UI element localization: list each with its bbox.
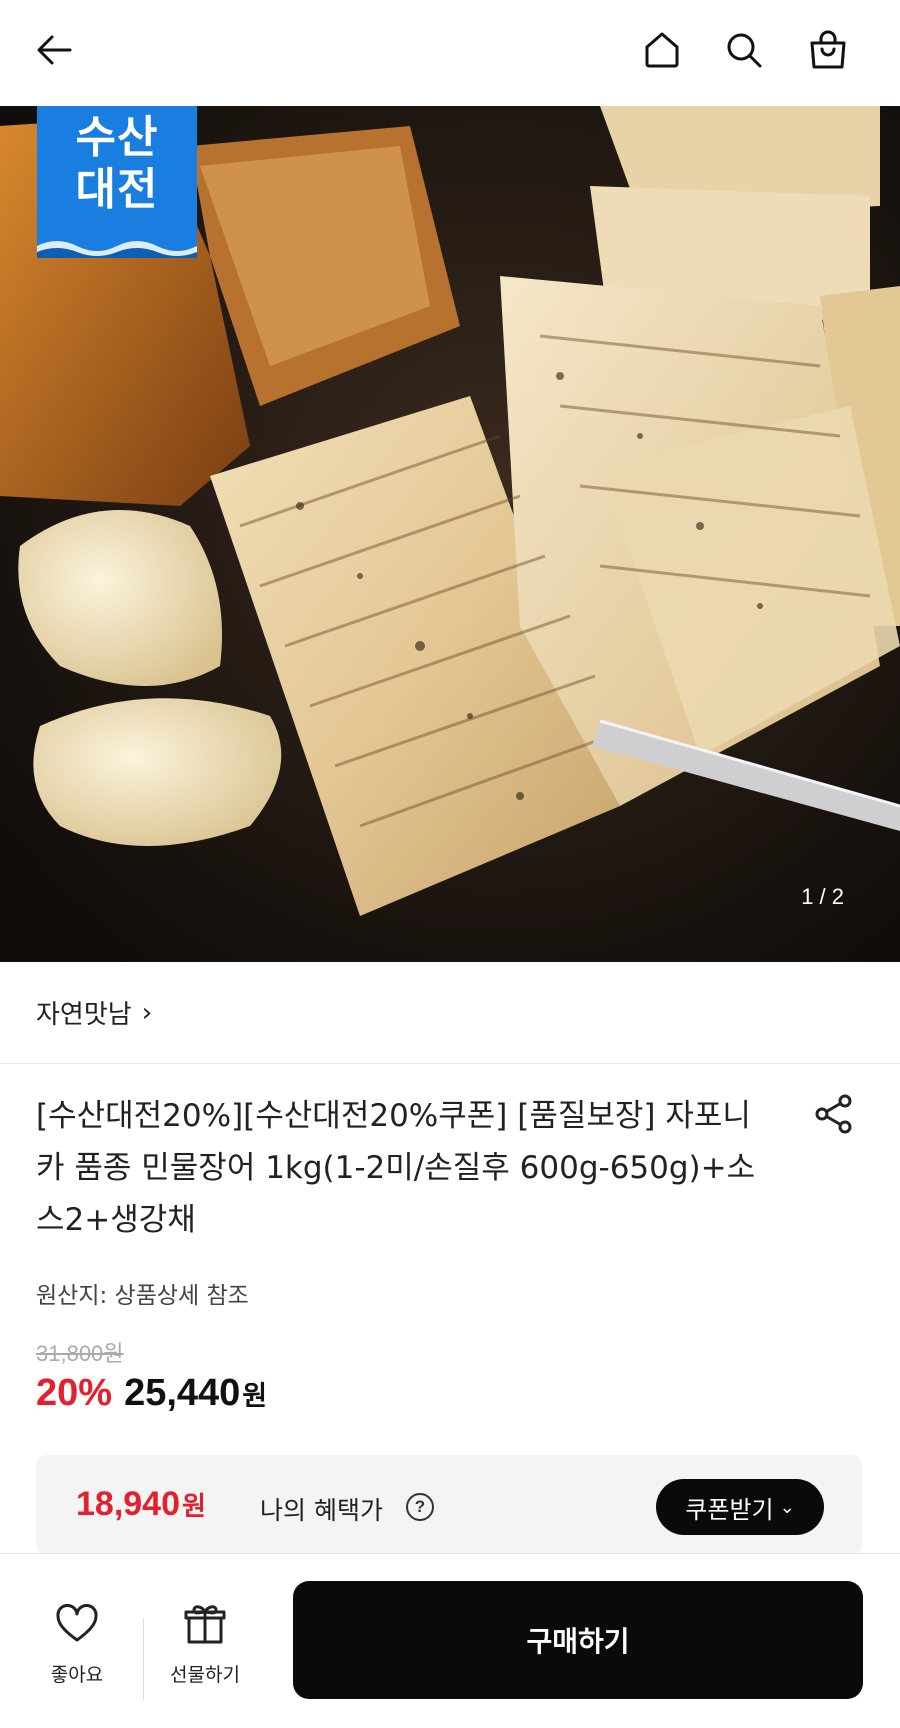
origin-info: 원산지: 상품상세 참조 bbox=[36, 1283, 249, 1309]
benefit-price-value: 18,940 bbox=[76, 1485, 180, 1523]
bottom-action-bar: 좋아요 선물하기 구매하기 bbox=[0, 1553, 900, 1728]
divider bbox=[143, 1618, 144, 1700]
image-counter: 1 / 2 bbox=[801, 884, 844, 909]
benefit-price-box: 18,940원 나의 혜택가 ? 쿠폰받기 ⌄ bbox=[36, 1455, 862, 1555]
cart-button[interactable] bbox=[800, 22, 856, 78]
back-button[interactable] bbox=[26, 22, 82, 78]
seller-name: 자연맛남 bbox=[36, 1000, 132, 1030]
like-label: 좋아요 bbox=[50, 1664, 104, 1686]
coupon-button-label: 쿠폰받기 bbox=[685, 1495, 774, 1524]
gift-icon bbox=[184, 1605, 226, 1644]
seller-link[interactable]: 자연맛남 › bbox=[0, 962, 900, 1064]
badge-line-2: 대전 bbox=[75, 164, 159, 215]
heart-icon bbox=[56, 1604, 98, 1642]
seafood-festival-badge: 수산 대전 bbox=[37, 106, 197, 258]
chevron-right-icon: › bbox=[141, 997, 153, 1028]
original-price: 31,800원 bbox=[36, 1341, 124, 1366]
benefit-price: 18,940원 bbox=[76, 1485, 206, 1524]
search-icon bbox=[727, 33, 762, 68]
shopping-bag-icon bbox=[810, 30, 846, 69]
benefit-price-currency: 원 bbox=[182, 1491, 206, 1521]
gift-button[interactable]: 선물하기 bbox=[150, 1600, 260, 1687]
sale-price: 25,440 bbox=[124, 1372, 241, 1414]
gift-label: 선물하기 bbox=[170, 1664, 240, 1686]
share-icon bbox=[815, 1094, 852, 1134]
benefit-label: 나의 혜택가 bbox=[260, 1496, 383, 1525]
home-button[interactable] bbox=[634, 22, 690, 78]
wave-icon bbox=[37, 241, 197, 258]
like-button[interactable]: 좋아요 bbox=[22, 1600, 132, 1687]
get-coupon-button[interactable]: 쿠폰받기 ⌄ bbox=[656, 1479, 824, 1535]
price-row: 20% 25,440 원 bbox=[36, 1372, 267, 1415]
badge-line-1: 수산 bbox=[75, 112, 159, 163]
help-icon[interactable]: ? bbox=[406, 1493, 434, 1521]
home-icon bbox=[645, 32, 679, 68]
chevron-down-icon: ⌄ bbox=[779, 1496, 795, 1518]
sale-price-currency: 원 bbox=[242, 1381, 268, 1412]
product-image-carousel[interactable]: 수산 대전 1 / 2 bbox=[0, 106, 900, 962]
discount-rate: 20% bbox=[36, 1372, 113, 1414]
top-nav-bar bbox=[0, 0, 900, 106]
share-button[interactable] bbox=[812, 1092, 856, 1136]
product-title: [수산대전20%][수산대전20%쿠폰] [품질보장] 자포니카 품종 민물장어… bbox=[36, 1098, 756, 1238]
search-button[interactable] bbox=[716, 22, 772, 78]
back-arrow-icon bbox=[37, 35, 72, 65]
buy-button[interactable]: 구매하기 bbox=[293, 1581, 863, 1699]
